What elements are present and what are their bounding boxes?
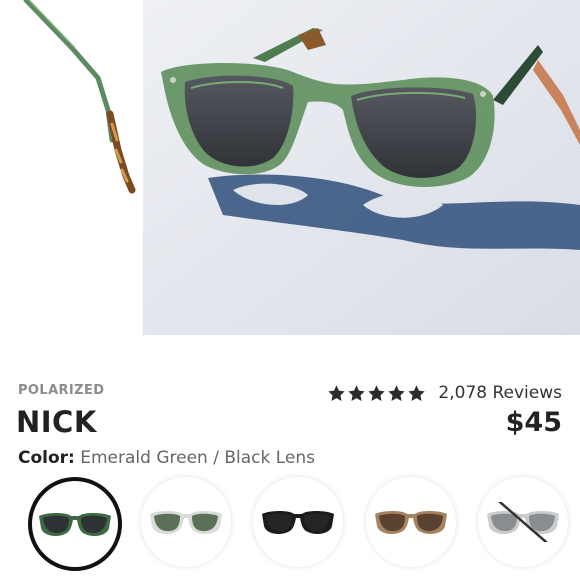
color-label: Color: bbox=[18, 448, 75, 468]
color-swatch[interactable] bbox=[253, 477, 343, 567]
product-gallery bbox=[0, 0, 580, 335]
color-swatch-list bbox=[0, 477, 580, 577]
sunglasses-swatch-icon bbox=[150, 511, 222, 534]
star-icon bbox=[328, 384, 346, 401]
color-swatch[interactable] bbox=[141, 477, 231, 567]
selected-color-line: Color: Emerald Green / Black Lens bbox=[18, 448, 315, 468]
color-value: Emerald Green / Black Lens bbox=[74, 448, 316, 468]
gallery-main-image[interactable] bbox=[143, 0, 580, 335]
sunglasses-temple-arm-image bbox=[23, 0, 136, 194]
star-icon bbox=[388, 384, 406, 401]
sunglasses-hero-photo bbox=[143, 0, 580, 335]
sunglasses-swatch-icon bbox=[262, 511, 334, 534]
rating-summary[interactable]: 2,078 Reviews bbox=[327, 383, 562, 403]
star-icon bbox=[408, 384, 426, 401]
sunglasses-swatch-icon bbox=[487, 502, 559, 542]
color-swatch[interactable] bbox=[366, 477, 456, 567]
product-info-panel: POLARIZED NICK Color: Emerald Green / Bl… bbox=[0, 335, 580, 580]
sunglasses-swatch-icon bbox=[39, 513, 111, 536]
product-name: NICK bbox=[16, 405, 97, 439]
gallery-thumbnail-side-view[interactable] bbox=[0, 0, 142, 335]
sunglasses-swatch-icon bbox=[375, 511, 447, 534]
star-icon bbox=[348, 384, 366, 401]
product-price: $45 bbox=[505, 407, 562, 438]
color-swatch[interactable] bbox=[28, 477, 122, 571]
star-icon bbox=[368, 384, 386, 401]
color-swatch[interactable] bbox=[478, 477, 568, 567]
star-rating bbox=[327, 384, 426, 403]
reviews-link[interactable]: 2,078 Reviews bbox=[438, 383, 562, 403]
polarized-badge: POLARIZED bbox=[18, 383, 105, 398]
